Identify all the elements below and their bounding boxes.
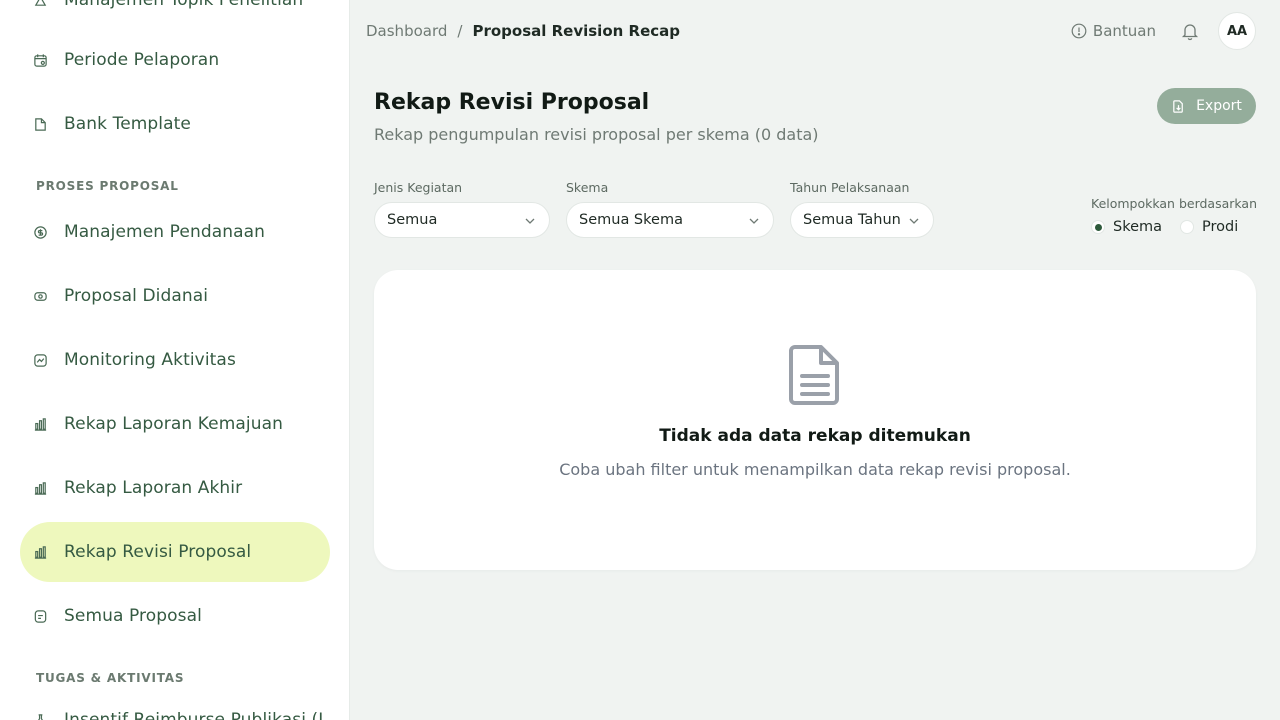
chevron-down-icon: [523, 214, 537, 228]
empty-state-description: Coba ubah filter untuk menampilkan data …: [559, 460, 1071, 479]
info-icon: [1071, 23, 1087, 39]
section-label-tugas-aktivitas: TUGAS & AKTIVITAS: [36, 671, 185, 685]
header-actions: Bantuan AA: [1071, 12, 1256, 50]
group-by-prodi-radio[interactable]: Prodi: [1180, 219, 1238, 235]
empty-state-title: Tidak ada data rekap ditemukan: [659, 426, 971, 446]
select-value: Semua: [387, 212, 438, 228]
money-icon: [32, 288, 48, 304]
help-label: Bantuan: [1092, 22, 1156, 40]
export-label: Export: [1196, 98, 1242, 114]
calendar-icon: [32, 52, 48, 68]
sidebar-item-label: Proposal Didanai: [64, 286, 209, 306]
empty-state-card: Tidak ada data rekap ditemukan Coba ubah…: [374, 270, 1256, 570]
sidebar-item-semua-proposal[interactable]: Semua Proposal: [20, 586, 330, 646]
sidebar-item-label: Rekap Laporan Akhir: [64, 478, 243, 498]
chevron-down-icon: [747, 214, 761, 228]
sidebar-item-rekap-laporan-akhir[interactable]: Rekap Laporan Akhir: [20, 458, 330, 518]
sidebar-item-label: Monitoring Aktivitas: [64, 350, 236, 370]
breadcrumb-separator: /: [457, 22, 463, 40]
help-button[interactable]: Bantuan: [1071, 22, 1156, 40]
export-button[interactable]: Export: [1157, 88, 1256, 124]
radio-label: Prodi: [1202, 219, 1239, 235]
flask-icon: [32, 0, 48, 8]
activity-icon: [32, 352, 48, 368]
tahun-pelaksanaan-select[interactable]: Semua Tahun: [790, 202, 934, 238]
bar-chart-icon: [32, 480, 48, 496]
sidebar-item-label: Semua Proposal: [64, 606, 202, 626]
bar-chart-icon: [32, 544, 48, 560]
document-icon: [789, 345, 839, 405]
sidebar-item-bank-template[interactable]: Bank Template: [20, 94, 330, 154]
sidebar-item-proposal-didanai[interactable]: Proposal Didanai: [20, 266, 330, 326]
sidebar-item-label: Periode Pelaporan: [64, 50, 220, 70]
sidebar-item-monitoring-aktivitas[interactable]: Monitoring Aktivitas: [20, 330, 330, 390]
sidebar-item-insentif-reimburse-publikasi[interactable]: Insentif Reimburse Publikasi (L: [20, 690, 330, 720]
sidebar-item-label: Insentif Reimburse Publikasi (L: [64, 710, 328, 720]
breadcrumb-current: Proposal Revision Recap: [472, 22, 680, 40]
coin-icon: [32, 224, 48, 240]
download-icon: [1173, 99, 1183, 113]
sidebar-item-manajemen-topik-penelitian[interactable]: Manajemen Topik Penelitian: [20, 0, 330, 30]
radio-label: Skema: [1113, 219, 1163, 235]
sidebar-item-label: Manajemen Pendanaan: [64, 222, 266, 242]
sidebar-item-rekap-laporan-kemajuan[interactable]: Rekap Laporan Kemajuan: [20, 394, 330, 454]
sidebar-item-manajemen-pendanaan[interactable]: Manajemen Pendanaan: [20, 202, 330, 262]
filter-label-skema: Skema: [566, 180, 609, 195]
file-icon: [32, 116, 48, 132]
radio-dot: [1180, 220, 1194, 234]
filter-label-jenis-kegiatan: Jenis Kegiatan: [374, 180, 463, 195]
bar-chart-icon: [32, 416, 48, 432]
sidebar-item-label: Rekap Revisi Proposal: [64, 542, 252, 562]
skema-select[interactable]: Semua Skema: [566, 202, 774, 238]
sidebar-item-label: Bank Template: [64, 114, 191, 134]
sidebar-item-periode-pelaporan[interactable]: Periode Pelaporan: [20, 30, 330, 90]
bell-icon[interactable]: [1180, 21, 1200, 41]
group-by-label: Kelompokkan berdasarkan: [1091, 196, 1258, 211]
section-label-proses-proposal: PROSES PROPOSAL: [36, 179, 179, 193]
page-title: Rekap Revisi Proposal: [374, 90, 650, 115]
breadcrumb: Dashboard / Proposal Revision Recap: [366, 22, 680, 40]
filter-label-tahun-pelaksanaan: Tahun Pelaksanaan: [790, 180, 910, 195]
sidebar-item-label: Manajemen Topik Penelitian: [64, 0, 304, 10]
document-icon: [32, 608, 48, 624]
radio-dot-selected: [1091, 220, 1105, 234]
jenis-kegiatan-select[interactable]: Semua: [374, 202, 550, 238]
select-value: Semua Tahun: [803, 212, 901, 228]
breadcrumb-dashboard-link[interactable]: Dashboard: [366, 22, 447, 40]
select-value: Semua Skema: [579, 212, 683, 228]
sidebar: Manajemen Topik Penelitian Periode Pelap…: [0, 0, 350, 720]
sidebar-item-rekap-revisi-proposal[interactable]: Rekap Revisi Proposal: [20, 522, 330, 582]
avatar[interactable]: AA: [1218, 12, 1256, 50]
chevron-down-icon: [907, 214, 921, 228]
page-subtitle: Rekap pengumpulan revisi proposal per sk…: [374, 125, 819, 144]
flask-icon: [32, 712, 48, 720]
sidebar-item-label: Rekap Laporan Kemajuan: [64, 414, 283, 434]
group-by-skema-radio[interactable]: Skema: [1091, 219, 1162, 235]
